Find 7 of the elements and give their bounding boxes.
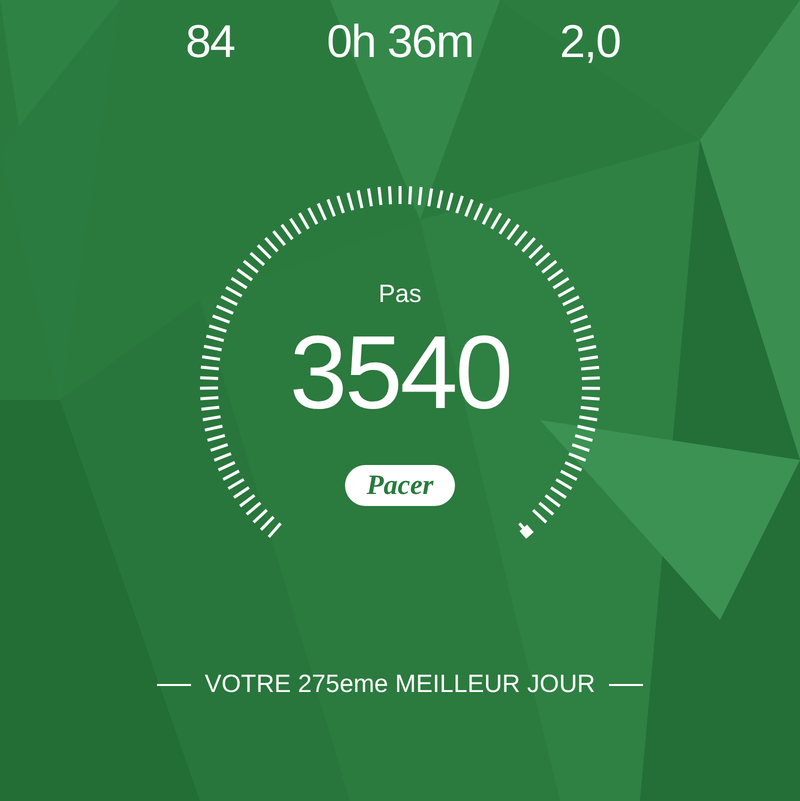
best-day-caption: VOTRE 275eme MEILLEUR JOUR xyxy=(204,672,596,697)
pacer-logo: Pacer xyxy=(344,465,456,506)
stat-value: 84 xyxy=(186,18,234,64)
stat-value: 2,0 xyxy=(560,18,620,64)
step-count: 3540 xyxy=(290,321,510,425)
gauge-label: Pas xyxy=(378,282,422,307)
stat-value: 0h 36m xyxy=(326,18,474,64)
